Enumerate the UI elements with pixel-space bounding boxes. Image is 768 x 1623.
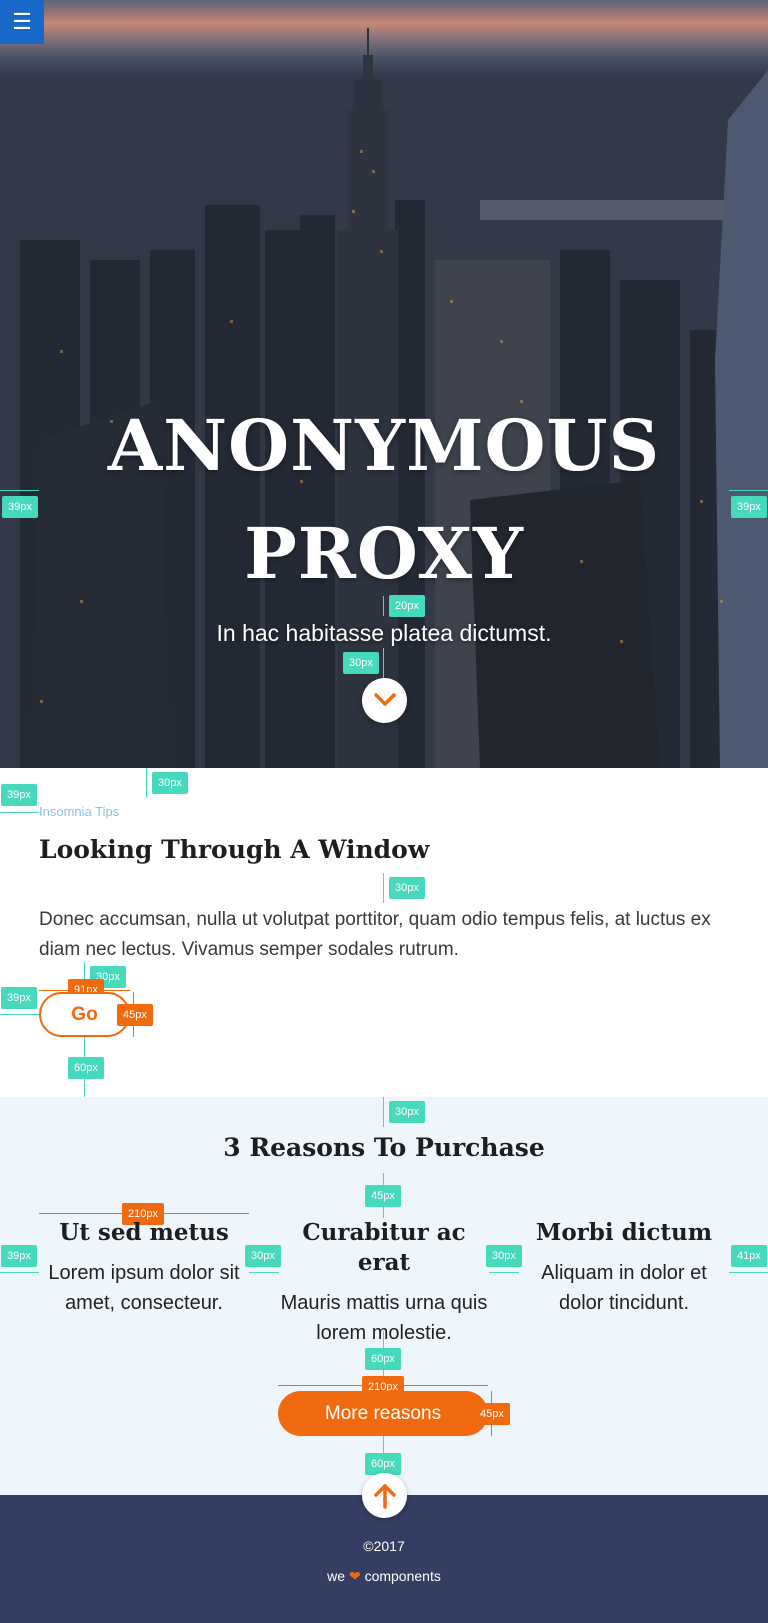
reason-heading: Ut sed metus [59, 1219, 229, 1246]
guide-line [0, 1272, 39, 1273]
guide-line [383, 596, 384, 616]
hero-title: ANONYMOUS PROXY [0, 392, 768, 608]
menu-button[interactable]: ☰ [0, 0, 44, 44]
chevron-down-icon [373, 693, 396, 706]
arrow-up-icon [373, 1484, 396, 1509]
height-label: 45px [474, 1403, 510, 1425]
height-label: 45px [117, 1004, 153, 1026]
copyright-text: ©2017 [363, 1538, 405, 1554]
spacing-label: 30px [343, 652, 379, 674]
guide-line [0, 490, 39, 491]
spacing-label: 39px [731, 496, 767, 518]
spacing-label: 30px [486, 1245, 522, 1267]
guide-line [489, 1272, 519, 1273]
spacing-label: 45px [365, 1185, 401, 1207]
spacing-label: 41px [731, 1245, 767, 1267]
reason-text: Mauris mattis urna quis lorem molestie. [280, 1292, 488, 1344]
spacing-label: 30px [389, 1101, 425, 1123]
spacing-label: 60px [365, 1348, 401, 1370]
hamburger-icon: ☰ [12, 9, 32, 34]
hero-title-line-1: ANONYMOUS [107, 404, 661, 487]
reason-text: Lorem ipsum dolor sit amet, consecteur. [48, 1262, 240, 1314]
guide-line [0, 812, 39, 813]
made-with-text: we ❤ components [0, 1568, 768, 1585]
more-reasons-button[interactable]: More reasons [278, 1391, 488, 1436]
hero-overlay [0, 0, 768, 768]
hero-section [0, 0, 768, 768]
spacing-label: 39px [1, 784, 37, 806]
spacing-label: 39px [2, 496, 38, 518]
spacing-label: 39px [1, 1245, 37, 1267]
section-body-text: Donec accumsan, nulla ut volutpat portti… [39, 909, 711, 960]
reasons-title: 3 Reasons To Purchase [223, 1133, 545, 1162]
scroll-top-button[interactable] [362, 1473, 407, 1518]
spacing-label: 30px [245, 1245, 281, 1267]
hero-title-line-2: PROXY [244, 512, 524, 595]
spacing-label: 30px [152, 772, 188, 794]
guide-line [383, 648, 384, 678]
spacing-label: 30px [389, 877, 425, 899]
made-suffix: components [364, 1568, 441, 1584]
reason-heading: Curabitur ac erat [302, 1219, 466, 1276]
spacing-label: 60px [365, 1453, 401, 1475]
heart-icon: ❤ [348, 1568, 361, 1584]
guide-line [0, 1014, 39, 1015]
eyebrow-text: Insomnia Tips [39, 804, 120, 819]
guide-line [383, 1097, 384, 1127]
reason-heading: Morbi dictum [535, 1219, 713, 1246]
guide-line [729, 1272, 768, 1273]
spacing-label: 60px [68, 1057, 104, 1079]
reason-item: Ut sed metus Lorem ipsum dolor sit amet,… [39, 1218, 249, 1318]
guide-line [729, 490, 768, 491]
section-title: Looking Through A Window [39, 835, 430, 864]
guide-line [146, 768, 147, 798]
hero-subtitle: In hac habitasse platea dictumst. [216, 620, 552, 646]
reason-text: Aliquam in dolor et dolor tincidunt. [541, 1262, 707, 1314]
reason-item: Curabitur ac erat Mauris mattis urna qui… [279, 1218, 489, 1348]
spacing-label: 20px [389, 595, 425, 617]
guide-line [249, 1272, 279, 1273]
spacing-label: 39px [1, 987, 37, 1009]
scroll-down-button[interactable] [362, 678, 407, 723]
guide-line [383, 873, 384, 903]
reason-item: Morbi dictum Aliquam in dolor et dolor t… [519, 1218, 729, 1318]
made-prefix: we [327, 1568, 346, 1584]
